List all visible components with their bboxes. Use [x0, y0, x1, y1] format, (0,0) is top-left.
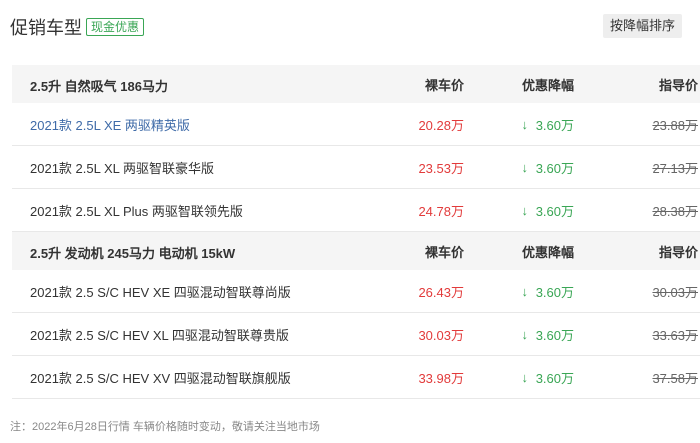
header: 促销车型 现金优惠 按降幅排序 [0, 0, 700, 52]
arrow-down-icon: ↓ [521, 202, 528, 218]
promo-models-table: 2.5升 自然吸气 186马力 裸车价 优惠降幅 指导价 2021款 2.5L … [12, 65, 700, 399]
group-header: 2.5升 自然吸气 186马力 裸车价 优惠降幅 指导价 [12, 65, 700, 103]
table-row[interactable]: 2021款 2.5 S/C HEV XL 四驱混动智联尊贵版 30.03万 ↓ 3… [12, 313, 700, 356]
table-row[interactable]: 2021款 2.5L XL 两驱智联豪华版 23.53万 ↓ 3.60万 27.1… [12, 146, 700, 189]
model-name[interactable]: 2021款 2.5 S/C HEV XL 四驱混动智联尊贵版 [30, 313, 289, 355]
guide-price-value: 33.63万 [652, 327, 698, 343]
discount-amount: 3.60万 [535, 327, 574, 343]
discount-value: ↓ 3.60万 [520, 189, 574, 231]
column-header-price: 裸车价 [424, 77, 464, 93]
guide-price-value: 37.58万 [652, 370, 698, 386]
discount-value: ↓ 3.60万 [520, 356, 574, 398]
column-header-discount: 优惠降幅 [521, 244, 574, 260]
group-title: 2.5升 发动机 245马力 电动机 15kW [30, 246, 236, 261]
model-name[interactable]: 2021款 2.5 S/C HEV XV 四驱混动智联旗舰版 [30, 356, 291, 398]
guide-price-value: 23.88万 [652, 117, 698, 133]
table-row[interactable]: 2021款 2.5 S/C HEV XV 四驱混动智联旗舰版 33.98万 ↓ 3… [12, 356, 700, 399]
guide-price-value: 30.03万 [652, 284, 698, 300]
discount-amount: 3.60万 [535, 203, 574, 219]
arrow-down-icon: ↓ [521, 283, 528, 299]
discount-value: ↓ 3.60万 [520, 146, 574, 188]
arrow-down-icon: ↓ [521, 326, 528, 342]
model-name[interactable]: 2021款 2.5 S/C HEV XE 四驱混动智联尊尚版 [30, 270, 291, 312]
model-name-link[interactable]: 2021款 2.5L XE 两驱精英版 [30, 103, 190, 145]
column-header-price: 裸车价 [424, 244, 464, 260]
arrow-down-icon: ↓ [521, 116, 528, 132]
price-value: 23.53万 [418, 160, 464, 176]
arrow-down-icon: ↓ [521, 159, 528, 175]
price-footnote: 注：2022年6月28日行情 车辆价格随时变动，敬请关注当地市场 [10, 421, 320, 433]
price-value: 26.43万 [418, 284, 464, 300]
discount-amount: 3.60万 [535, 117, 574, 133]
price-value: 30.03万 [418, 327, 464, 343]
table-row[interactable]: 2021款 2.5L XL Plus 两驱智联领先版 24.78万 ↓ 3.60万… [12, 189, 700, 232]
column-header-guide-price: 指导价 [658, 244, 698, 260]
group-header: 2.5升 发动机 245马力 电动机 15kW 裸车价 优惠降幅 指导价 [12, 232, 700, 270]
model-name[interactable]: 2021款 2.5L XL 两驱智联豪华版 [30, 146, 214, 188]
price-value: 33.98万 [418, 370, 464, 386]
table-row[interactable]: 2021款 2.5L XE 两驱精英版 20.28万 ↓ 3.60万 23.88万 [12, 103, 700, 146]
group-title: 2.5升 自然吸气 186马力 [30, 79, 168, 94]
arrow-down-icon: ↓ [521, 369, 528, 385]
discount-value: ↓ 3.60万 [520, 103, 574, 145]
model-name[interactable]: 2021款 2.5L XL Plus 两驱智联领先版 [30, 189, 243, 231]
table-row[interactable]: 2021款 2.5 S/C HEV XE 四驱混动智联尊尚版 26.43万 ↓ 3… [12, 270, 700, 313]
discount-amount: 3.60万 [535, 370, 574, 386]
sort-by-discount-button[interactable]: 按降幅排序 [602, 14, 682, 38]
discount-value: ↓ 3.60万 [520, 270, 574, 312]
discount-amount: 3.60万 [535, 284, 574, 300]
guide-price-value: 28.38万 [652, 203, 698, 219]
discount-amount: 3.60万 [535, 160, 574, 176]
discount-value: ↓ 3.60万 [520, 313, 574, 355]
price-value: 24.78万 [418, 203, 464, 219]
price-value: 20.28万 [418, 117, 464, 133]
cash-discount-badge: 现金优惠 [86, 18, 145, 36]
guide-price-value: 27.13万 [652, 160, 698, 176]
page-title: 促销车型 [10, 18, 82, 38]
column-header-discount: 优惠降幅 [521, 77, 574, 93]
column-header-guide-price: 指导价 [658, 77, 698, 93]
